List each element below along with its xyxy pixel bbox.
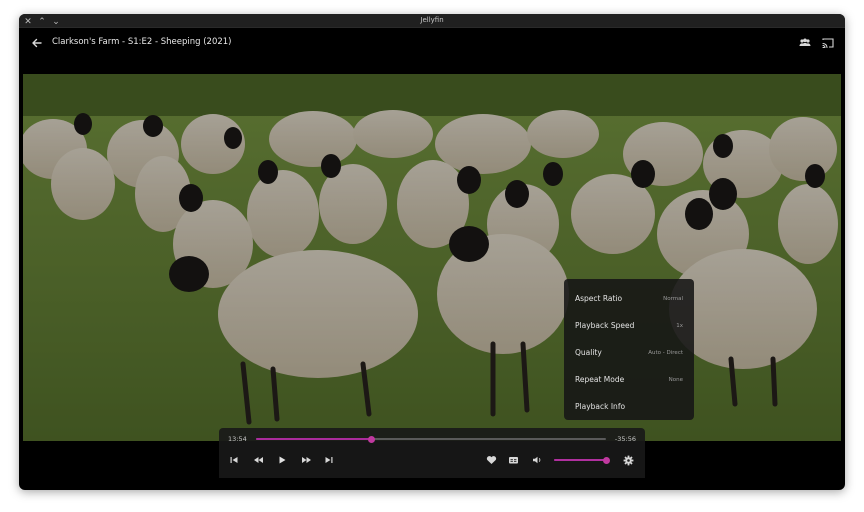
media-title: Clarkson's Farm - S1:E2 - Sheeping (2021… xyxy=(52,37,232,47)
subtitles-icon xyxy=(508,457,518,464)
fast-forward-icon xyxy=(301,457,311,463)
jellyfin-window: ✕ ⌃ ⌄ Jellyfin Clarkson's Farm - S1:E2 -… xyxy=(19,14,845,490)
back-button[interactable] xyxy=(29,35,45,51)
video-overlay-dim xyxy=(23,74,841,441)
volume-thumb[interactable] xyxy=(602,456,610,464)
play-button[interactable] xyxy=(275,453,289,467)
sync-play-button[interactable] xyxy=(797,35,813,51)
seek-progress xyxy=(256,438,372,440)
player-controls-bar: 13:54 -35:56 xyxy=(219,428,645,478)
rewind-icon xyxy=(253,457,263,463)
favorite-heart-icon xyxy=(486,456,496,464)
menu-item-repeat-mode[interactable]: Repeat Mode None xyxy=(564,366,694,393)
window-titlebar: ✕ ⌃ ⌄ Jellyfin xyxy=(19,14,845,28)
play-icon xyxy=(279,456,286,464)
current-time: 13:54 xyxy=(228,435,247,443)
volume-icon xyxy=(532,456,540,464)
favorite-button[interactable] xyxy=(484,453,498,467)
menu-item-label: Playback Speed xyxy=(575,321,635,330)
menu-item-label: Quality xyxy=(575,348,602,357)
seek-thumb[interactable] xyxy=(368,435,375,443)
window-title: Jellyfin xyxy=(420,16,444,24)
mute-button[interactable] xyxy=(530,453,544,467)
menu-item-label: Aspect Ratio xyxy=(575,294,623,303)
fast-forward-button[interactable] xyxy=(299,453,313,467)
cast-button[interactable] xyxy=(820,35,836,51)
video-frame[interactable] xyxy=(23,74,841,441)
cast-icon xyxy=(822,38,834,49)
menu-item-label: Playback Info xyxy=(575,402,626,411)
menu-item-value: Auto - Direct xyxy=(648,349,683,356)
volume-slider[interactable] xyxy=(554,456,610,464)
settings-button[interactable] xyxy=(621,453,635,467)
menu-item-playback-info[interactable]: Playback Info xyxy=(564,393,694,420)
remaining-time: -35:56 xyxy=(614,435,636,443)
next-track-icon xyxy=(325,457,333,463)
seek-slider[interactable] xyxy=(256,435,606,443)
menu-item-value: None xyxy=(668,376,683,383)
settings-gear-icon xyxy=(623,455,633,465)
player-header: Clarkson's Farm - S1:E2 - Sheeping (2021… xyxy=(19,28,845,60)
sync-play-icon xyxy=(799,38,811,46)
menu-item-quality[interactable]: Quality Auto - Direct xyxy=(564,339,694,366)
menu-item-playback-speed[interactable]: Playback Speed 1x xyxy=(564,312,694,339)
menu-item-label: Repeat Mode xyxy=(575,375,625,384)
back-arrow-icon xyxy=(32,38,42,48)
menu-item-value: 1x xyxy=(676,322,683,329)
next-track-button[interactable] xyxy=(322,453,336,467)
previous-track-button[interactable] xyxy=(227,453,241,467)
menu-item-value: Normal xyxy=(663,295,683,302)
previous-track-icon xyxy=(230,457,238,463)
menu-item-aspect-ratio[interactable]: Aspect Ratio Normal xyxy=(564,285,694,312)
subtitles-button[interactable] xyxy=(506,453,520,467)
player-settings-menu: Aspect Ratio Normal Playback Speed 1x Qu… xyxy=(564,279,694,420)
rewind-button[interactable] xyxy=(251,453,265,467)
volume-level xyxy=(554,459,606,461)
